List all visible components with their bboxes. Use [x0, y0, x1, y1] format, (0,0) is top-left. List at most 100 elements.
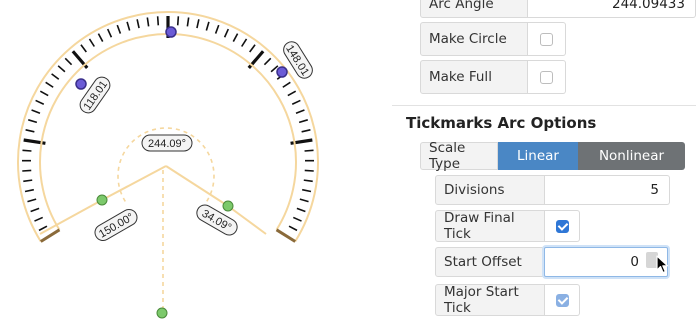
major-start-tick-row: Major Start Tick [435, 284, 580, 316]
minor-tick [176, 16, 180, 26]
minor-tick [34, 216, 44, 222]
minor-tick [30, 207, 40, 213]
minor-tick [214, 24, 220, 34]
minor-tick [106, 28, 113, 38]
left-tick-handle[interactable] [75, 78, 87, 90]
arc-angle-label: Arc Angle [420, 0, 528, 18]
minor-tick [296, 207, 306, 213]
scale-linear-button[interactable]: Linear [498, 142, 578, 170]
arc-side-left [39, 199, 103, 235]
minor-tick [241, 38, 248, 47]
minor-tick [291, 99, 301, 105]
minor-tick [302, 188, 312, 193]
start-offset-row: Start Offset 0 [435, 247, 668, 277]
section-divider [392, 105, 696, 106]
draw-final-tick-cell [545, 210, 580, 242]
make-full-cell [528, 60, 566, 94]
tick-marks [21, 16, 315, 232]
minor-tick [126, 21, 131, 31]
scale-type-label: Scale Type [420, 140, 498, 172]
minor-tick [249, 44, 256, 53]
angle-ray-left [101, 165, 167, 201]
minor-tick [31, 109, 41, 114]
minor-tick [223, 28, 230, 38]
minor-tick [263, 57, 272, 66]
minor-tick [292, 216, 302, 222]
make-circle-label: Make Circle [420, 22, 528, 56]
start-angle-handle[interactable] [96, 194, 108, 206]
minor-tick [25, 129, 35, 133]
outer-arc [17, 11, 319, 243]
minor-tick [23, 179, 33, 183]
gauge-canvas[interactable]: 244.09° 150.00° 34.09° 118.01 148.01 [0, 0, 392, 320]
minor-tick [97, 33, 104, 42]
minor-tick [80, 44, 87, 53]
inner-arc [39, 33, 297, 231]
section-title: Tickmarks Arc Options [406, 114, 597, 132]
major-start-tick-label: Major Start Tick [435, 284, 545, 316]
end-angle-handle[interactable] [222, 200, 234, 212]
minor-tick [299, 198, 309, 203]
minor-tick [156, 16, 160, 26]
arc-angle-row: Arc Angle 244.09433 [420, 0, 696, 18]
minor-tick [146, 17, 150, 27]
scale-nonlinear-button[interactable]: Nonlinear [578, 142, 685, 170]
arc-angle-label: 244.09° [141, 134, 193, 152]
minor-tick [304, 169, 314, 172]
scale-type-toggle: Linear Nonlinear [498, 142, 685, 170]
make-circle-cell [528, 22, 566, 56]
divisions-label: Divisions [435, 175, 545, 205]
minor-tick [304, 149, 314, 152]
properties-panel: Arc Angle 244.09433 Make Circle Make Ful… [392, 0, 696, 320]
draw-final-tick-row: Draw Final Tick [435, 210, 580, 242]
make-full-row: Make Full [420, 60, 566, 94]
minor-tick [27, 198, 37, 203]
svg-text:244.09°: 244.09° [148, 138, 186, 150]
minor-tick [232, 33, 239, 42]
minor-tick [22, 149, 32, 152]
minor-tick [136, 19, 140, 29]
minor-tick [28, 119, 38, 124]
start-offset-value: 0 [630, 254, 639, 270]
minor-tick [88, 38, 95, 47]
minor-tick [186, 17, 190, 27]
minor-tick [51, 73, 60, 80]
minor-tick [64, 57, 73, 66]
minor-tick [288, 225, 298, 232]
arc-end-cap-right [275, 228, 297, 243]
draw-final-tick-label: Draw Final Tick [435, 210, 545, 242]
minor-tick [22, 169, 32, 172]
minor-tick [205, 21, 210, 31]
minor-tick [298, 119, 308, 124]
minor-tick [303, 179, 313, 183]
divisions-input[interactable]: 5 [545, 175, 670, 205]
divisions-row: Divisions 5 [435, 175, 670, 205]
minor-tick [57, 65, 66, 73]
make-circle-checkbox[interactable] [540, 32, 553, 46]
draw-final-tick-checkbox[interactable] [555, 219, 569, 233]
minor-tick [24, 188, 34, 193]
major-start-tick-cell [545, 284, 580, 316]
major-start-tick-checkbox[interactable] [555, 293, 569, 307]
mouse-cursor-icon [656, 255, 669, 274]
start-offset-input[interactable]: 0 [544, 247, 668, 277]
right-tick-handle[interactable] [276, 66, 288, 78]
minor-tick [282, 81, 291, 88]
minor-tick [35, 99, 45, 105]
minor-tick [116, 24, 122, 34]
minor-tick [287, 90, 297, 97]
start-angle-label: 150.00° [94, 209, 138, 241]
arc-angle-input[interactable]: 244.09433 [528, 0, 696, 18]
minor-tick [295, 109, 305, 114]
make-circle-row: Make Circle [420, 22, 566, 56]
scale-type-row: Scale Type Linear Nonlinear [420, 140, 685, 172]
minor-tick [301, 129, 311, 133]
minor-tick [196, 19, 200, 29]
make-full-checkbox[interactable] [540, 70, 553, 84]
angle-ray-right [165, 165, 229, 207]
top-handle[interactable] [165, 26, 177, 38]
gauge-drawing[interactable]: 244.09° 150.00° 34.09° 118.01 148.01 [0, 0, 392, 320]
make-full-label: Make Full [420, 60, 528, 94]
bottom-handle[interactable] [156, 307, 168, 319]
start-offset-label: Start Offset [435, 247, 544, 277]
